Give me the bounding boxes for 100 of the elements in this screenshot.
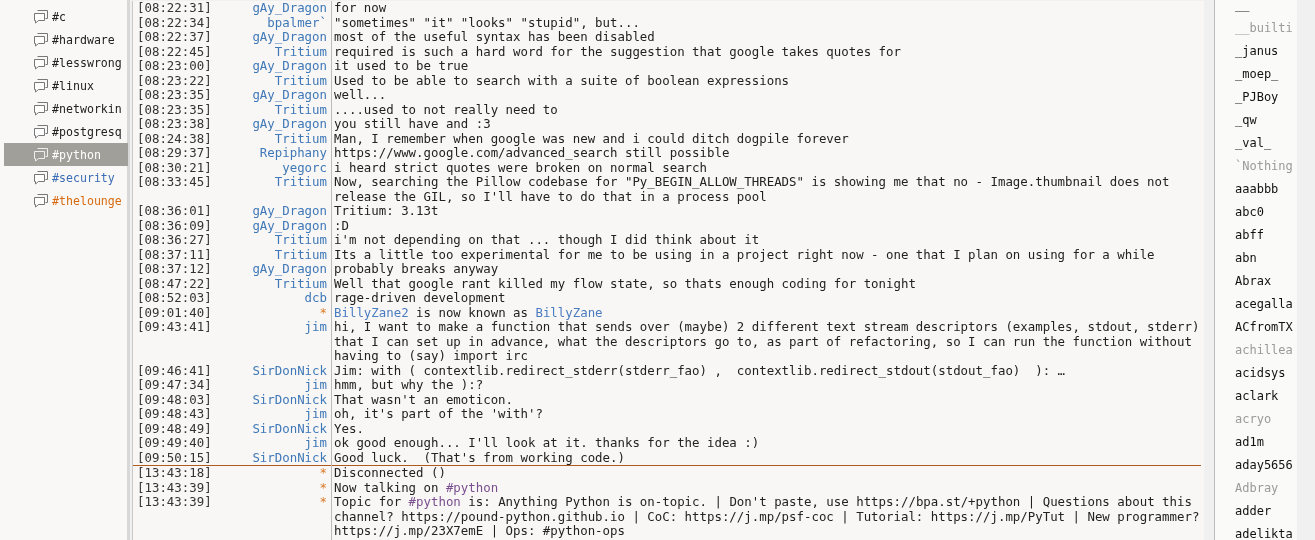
nick-label: Tritium [274, 233, 328, 248]
nick-label: Repiphany [258, 146, 328, 161]
user-list-item[interactable]: aaabbb [1235, 178, 1297, 201]
user-list-item[interactable]: adder [1235, 500, 1297, 523]
user-list-item[interactable]: _PJBoy [1235, 86, 1297, 109]
nick-label: SirDonNick [251, 392, 328, 407]
user-list-item[interactable]: __ [1235, 0, 1297, 17]
message-text: Well that google rant killed my flow state, so thats enough coding for tonight [333, 276, 917, 291]
nick-label: jim [303, 320, 328, 335]
message-text: Man, I remember when google was new and i could ditch dogpile forever [333, 131, 850, 146]
user-list-item[interactable]: acegalla [1235, 293, 1297, 316]
timestamp: [08:22:34] [136, 15, 207, 30]
message-text: hi, I want to make a function that sends over (maybe) 2 different text stream descriptors (examples, stdout, stderr) that I can set up in advance, what the descriptors go to, as part of refactoring, so I can run the function without having to (say) import irc [333, 320, 1201, 364]
channel-item[interactable]: #linux [4, 74, 128, 97]
timestamp: [09:43:41] [136, 320, 207, 335]
timestamp: [08:23:35] [136, 88, 207, 103]
timestamp: [08:23:22] [136, 73, 207, 88]
timestamp: [09:49:40] [136, 436, 207, 451]
timestamp: [09:47:34] [136, 378, 207, 393]
message-text: for now [333, 1, 388, 16]
nick-label: Tritium [274, 44, 328, 59]
message-text: Its a little too experimental for me to be using in a project right now - one that I plan on using for a while [333, 247, 1156, 262]
timestamp: [09:48:03] [136, 392, 207, 407]
channel-item[interactable]: #postgresq [4, 120, 128, 143]
user-list-item[interactable]: aday5656 [1235, 454, 1297, 477]
user-list-item[interactable]: ACfromTX [1235, 316, 1297, 339]
timestamp: [13:43:39] [136, 480, 207, 495]
user-list-item[interactable]: ad1m [1235, 431, 1297, 454]
timestamp: [08:33:45] [136, 175, 207, 190]
channel-item[interactable]: #networkin [4, 97, 128, 120]
timestamp: [08:52:03] [136, 291, 207, 306]
message-text: "sometimes" "it" "looks" "stupid", but... [333, 15, 641, 30]
nick-label: gAy_Dragon [251, 1, 328, 16]
timestamp: [09:50:15] [136, 450, 207, 465]
nick-label: SirDonNick [251, 450, 328, 465]
message-text: Now, searching the Pillow codebase for "Py_BEGIN_ALLOW_THREADS" is showing me that no - Image.thumbnail does not release the GIL, so I'll have to do that in a process pool [333, 175, 1171, 204]
nick-label: Tritium [274, 131, 328, 146]
timestamp: [08:22:45] [136, 44, 207, 59]
nick-label: gAy_Dragon [251, 88, 328, 103]
user-list-item[interactable]: _janus [1235, 40, 1297, 63]
user-list-item[interactable]: abc0 [1235, 201, 1297, 224]
message-text: Now talking on #python [333, 480, 500, 495]
message-text: hmm, but why the ):? [333, 378, 484, 393]
message-text: That wasn't an emoticon. [333, 392, 515, 407]
user-list-item[interactable]: abn [1235, 247, 1297, 270]
timestamp: [09:46:41] [136, 363, 207, 378]
channel-item[interactable]: #c [4, 5, 128, 28]
message-text: Used to be able to search with a suite of boolean expressions [333, 73, 791, 88]
message-text: required is such a hard word for the suggestion that google takes quotes for [333, 44, 902, 59]
timestamp: [08:37:11] [136, 247, 207, 262]
nick-label: Tritium [274, 276, 328, 291]
nick-label: Tritium [274, 102, 328, 117]
message-text: Jim: with ( contextlib.redirect_stderr(stderr_fao) , contextlib.redirect_stdout(stdout_fao) ): … [333, 363, 1067, 378]
timestamp: [08:36:27] [136, 233, 207, 248]
user-list-item[interactable]: _val_ [1235, 132, 1297, 155]
user-list-item[interactable]: abff [1235, 224, 1297, 247]
message-text: Topic for #python is: Anything Python is on-topic. | Don't paste, use https://bpa.st/+python | Questions about this channel? https://pound-python.github.io | CoC: https://j.mp/psf-coc | Tutorial: https://j.mp/PyTut | New programmer? https://j.mp/23X7emE | Ops: #python-ops [333, 495, 1201, 539]
user-list-item[interactable]: _qw [1235, 109, 1297, 132]
timestamp: [08:36:09] [136, 218, 207, 233]
message-text: :D [333, 218, 350, 233]
user-list-item[interactable]: _moep_ [1235, 63, 1297, 86]
user-list-item[interactable]: acidsys [1235, 362, 1297, 385]
user-list-item[interactable]: aclark [1235, 385, 1297, 408]
nick-label: bpalmer` [267, 15, 328, 30]
nick-label: Tritium [273, 175, 328, 190]
message-text: well... [333, 88, 388, 103]
timestamp: [08:37:12] [136, 262, 207, 277]
timestamp: [08:23:35] [136, 102, 207, 117]
nick-label: Tritium [274, 73, 328, 88]
message-text: Good luck. (That's from working code.) [333, 450, 626, 465]
nick-label: jim [303, 378, 328, 393]
timestamp: [13:43:39] [136, 495, 207, 510]
message-text: https://www.google.com/advanced_search still possible [333, 146, 731, 161]
nick-label: * [318, 495, 328, 510]
timestamp: [08:23:00] [136, 59, 207, 74]
nick-label: SirDonNick [251, 363, 328, 378]
channel-item[interactable]: #security [4, 166, 128, 189]
nick-label: jim [303, 407, 328, 422]
message-text: BillyZane2 is now known as BillyZane [333, 305, 604, 320]
timestamp: [09:48:49] [136, 421, 207, 436]
message-text: ok good enough... I'll look at it. thanks for the idea :) [333, 436, 761, 451]
timestamp: [08:24:38] [136, 131, 207, 146]
nick-label: jim [303, 436, 328, 451]
nick-label: gAy_Dragon [251, 117, 328, 132]
nick-label: gAy_Dragon [251, 30, 328, 45]
nick-label: * [318, 480, 328, 495]
timestamp: [08:36:01] [136, 204, 207, 219]
channel-item[interactable]: #hardware [4, 28, 128, 51]
nick-label: * [318, 305, 328, 320]
message-text: i heard strict quotes were broken on normal search [333, 160, 707, 175]
message-text: Tritium: 3.13t [333, 204, 440, 219]
timestamp: [13:43:18] [136, 466, 207, 481]
channel-item[interactable]: #lesswrong [4, 51, 128, 74]
timestamp: [09:01:40] [136, 305, 207, 320]
message-text: Yes. [333, 421, 365, 436]
message-text: probably breaks anyway [333, 262, 499, 277]
user-list-item[interactable]: adelikta [1235, 523, 1297, 540]
timestamp: [08:29:37] [136, 146, 207, 161]
user-list-item[interactable]: Abrax [1235, 270, 1297, 293]
timestamp: [08:23:38] [136, 117, 207, 132]
